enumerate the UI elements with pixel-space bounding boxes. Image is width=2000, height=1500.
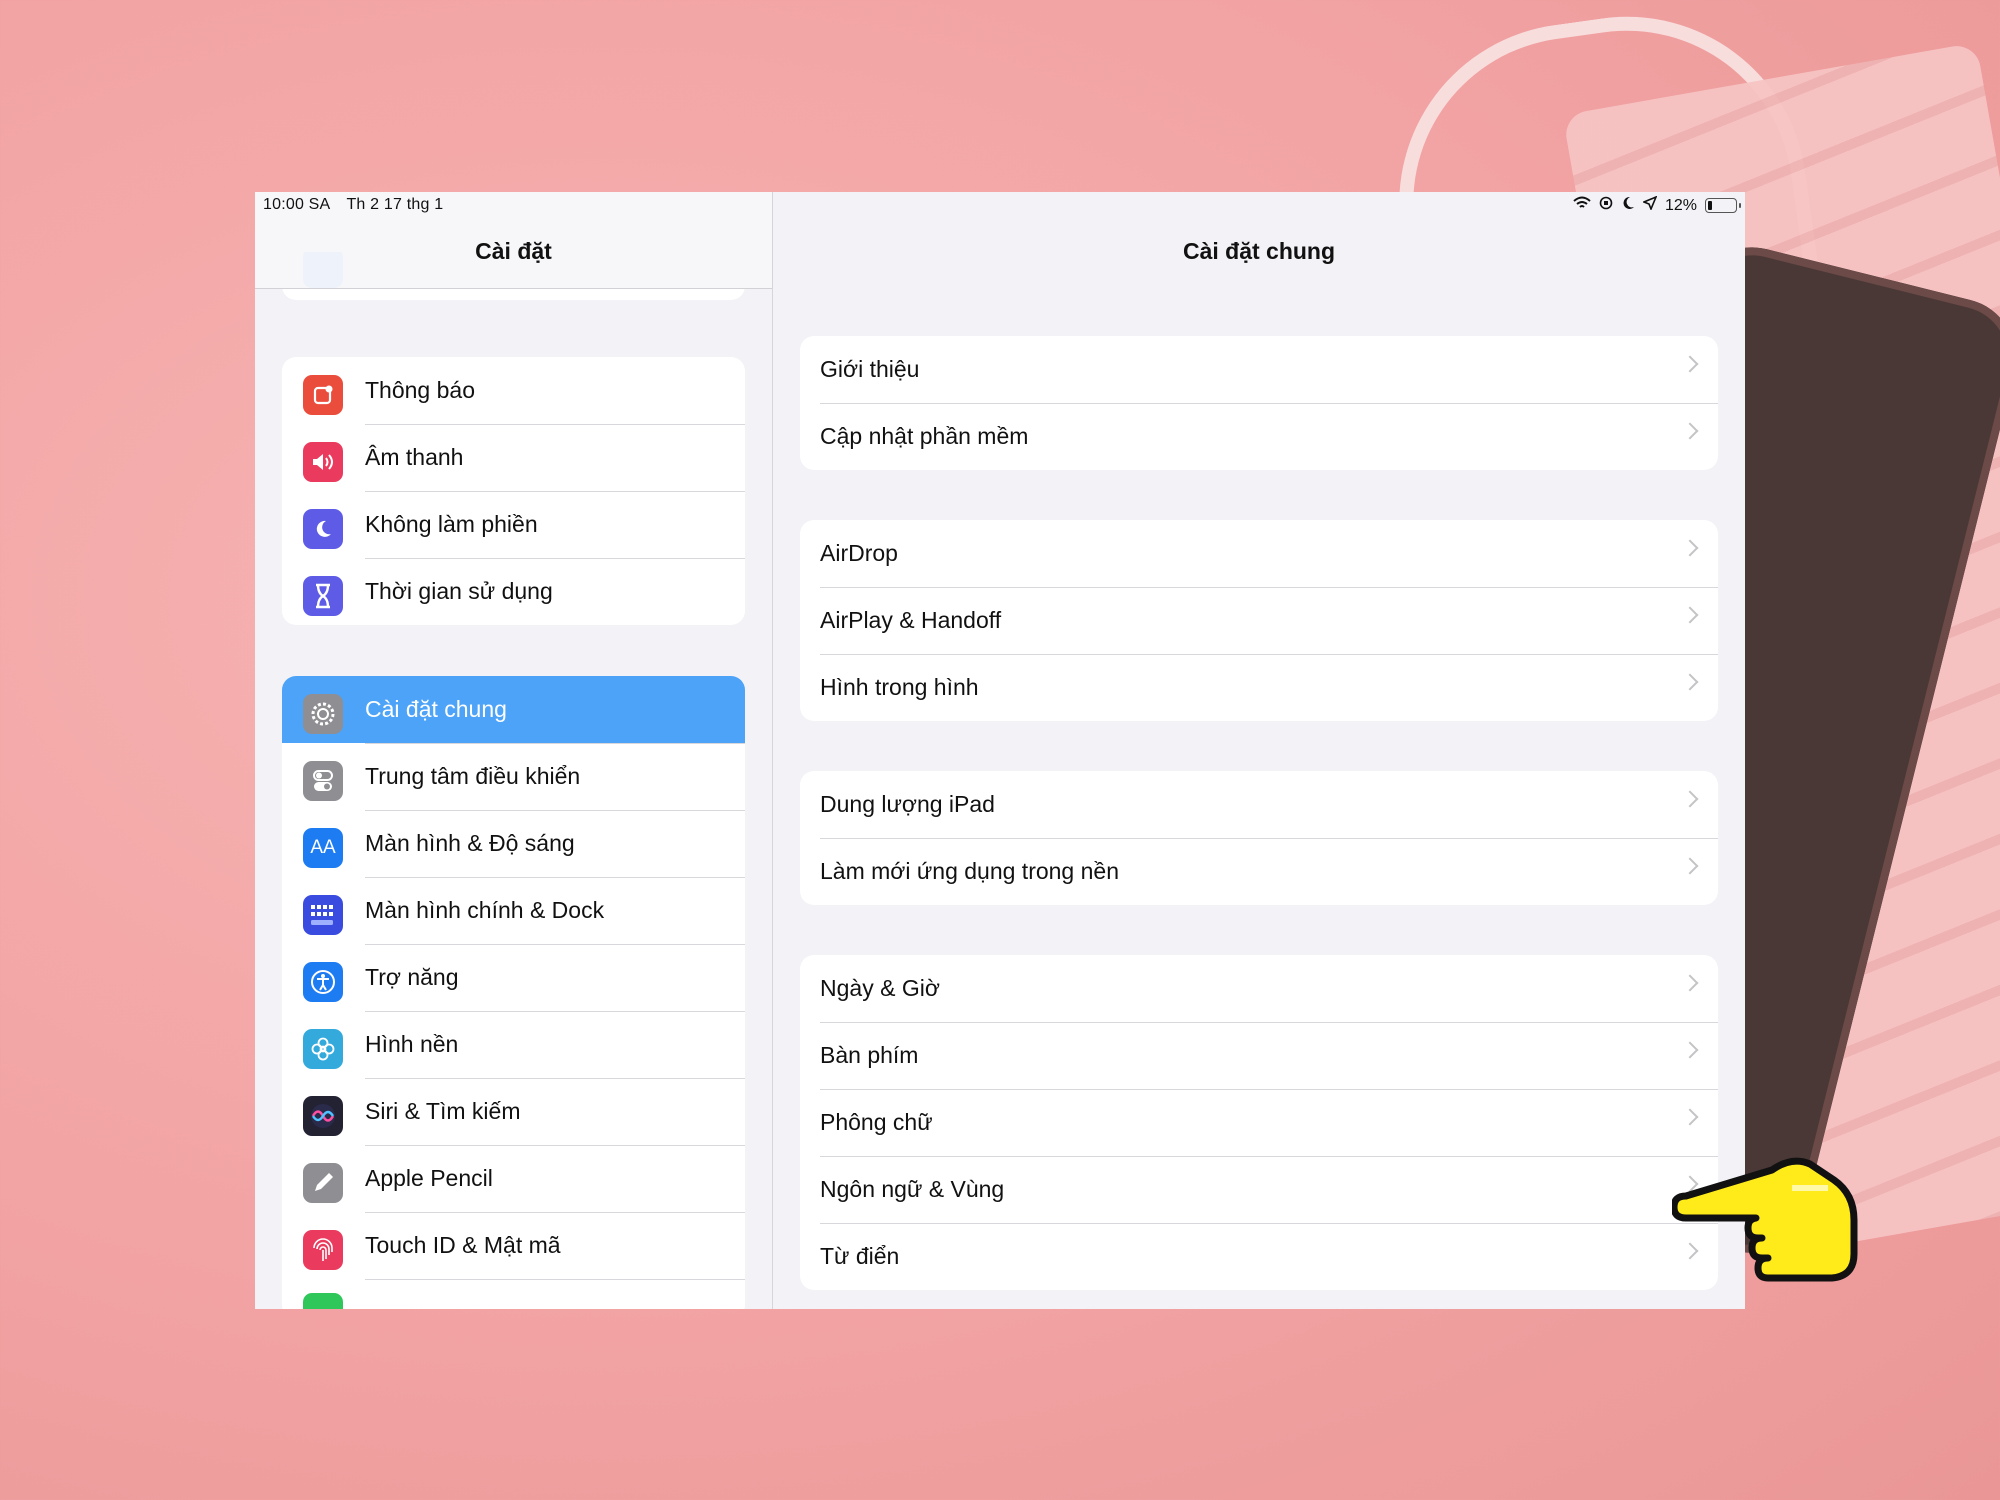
hourglass-icon: [303, 576, 343, 616]
sidebar-item-do-not-disturb[interactable]: Không làm phiền: [282, 491, 745, 558]
row-about[interactable]: Giới thiệu: [800, 336, 1718, 403]
chevron-right-icon: [1681, 422, 1699, 440]
sidebar-item-label: Màn hình & Độ sáng: [365, 830, 575, 856]
speaker-icon: [303, 442, 343, 482]
chevron-right-icon: [1681, 355, 1699, 373]
detail-group-airdrop: AirDrop AirPlay & Handoff Hình trong hìn…: [800, 520, 1718, 721]
row-airplay-handoff[interactable]: AirPlay & Handoff: [800, 587, 1718, 654]
row-airdrop[interactable]: AirDrop: [800, 520, 1718, 587]
sidebar-item-wallpaper[interactable]: Hình nền: [282, 1011, 745, 1078]
sidebar-item-accessibility[interactable]: Trợ năng: [282, 944, 745, 1011]
chevron-right-icon: [1681, 974, 1699, 992]
fingerprint-icon: [303, 1230, 343, 1270]
sidebar-group-general: Cài đặt chung Trung tâm điều khiển AA Mà…: [282, 676, 745, 1309]
sidebar-item-label: Không làm phiền: [365, 511, 538, 537]
row-background-app-refresh[interactable]: Làm mới ứng dụng trong nền: [800, 838, 1718, 905]
sidebar-item-control-center[interactable]: Trung tâm điều khiển: [282, 743, 745, 810]
sidebar-item-home-screen-dock[interactable]: Màn hình chính & Dock: [282, 877, 745, 944]
chevron-right-icon: [1681, 857, 1699, 875]
moon-status-icon: [1621, 196, 1635, 215]
detail-group-storage: Dung lượng iPad Làm mới ứng dụng trong n…: [800, 771, 1718, 905]
sidebar-item-siri-search[interactable]: Siri & Tìm kiếm: [282, 1078, 745, 1145]
row-label: Giới thiệu: [820, 356, 920, 382]
siri-icon: [303, 1096, 343, 1136]
battery-percent: 12%: [1664, 196, 1697, 214]
sidebar-item-general[interactable]: Cài đặt chung: [282, 676, 745, 743]
row-label: Ngày & Giờ: [820, 975, 940, 1001]
sidebar-item-label: Thông báo: [365, 377, 475, 403]
toggles-icon: [303, 761, 343, 801]
status-time: 10:00 SA: [263, 196, 331, 213]
sidebar-title: Cài đặt: [475, 238, 552, 264]
accessibility-icon: [303, 962, 343, 1002]
status-date: Th 2 17 thg 1: [346, 196, 444, 213]
ipad-screen: 10:00 SA Th 2 17 thg 1 Cài đặt Thông báo…: [255, 192, 1745, 1309]
gear-icon: [303, 694, 343, 734]
chevron-right-icon: [1681, 539, 1699, 557]
chevron-right-icon: [1681, 1041, 1699, 1059]
orientation-lock-icon: [1599, 196, 1613, 215]
row-label: AirPlay & Handoff: [820, 607, 1002, 633]
sidebar-item-label: Apple Pencil: [365, 1165, 493, 1191]
general-settings-pane: 12% Cài đặt chung Giới thiệu Cập nhật ph…: [773, 192, 1745, 1309]
moon-icon: [303, 509, 343, 549]
sidebar-item-sounds[interactable]: Âm thanh: [282, 424, 745, 491]
row-label: Hình trong hình: [820, 674, 979, 700]
detail-title: Cài đặt chung: [1182, 238, 1336, 264]
row-label: Phông chữ: [820, 1109, 933, 1135]
settings-sidebar: 10:00 SA Th 2 17 thg 1 Cài đặt Thông báo…: [255, 192, 773, 1309]
row-fonts[interactable]: Phông chữ: [800, 1089, 1718, 1156]
sidebar-item-label: Thời gian sử dụng: [365, 578, 553, 604]
sidebar-item-partial: [282, 1279, 745, 1309]
sidebar-item-label: Trung tâm điều khiển: [365, 763, 581, 789]
row-label: Dung lượng iPad: [820, 791, 995, 817]
sidebar-item-display-brightness[interactable]: AA Màn hình & Độ sáng: [282, 810, 745, 877]
detail-group-date-language: Ngày & Giờ Bàn phím Phông chữ Ngôn ngữ &…: [800, 955, 1718, 1290]
chevron-right-icon: [1681, 790, 1699, 808]
wifi-icon: [1573, 196, 1591, 215]
sidebar-item-screen-time[interactable]: Thời gian sử dụng: [282, 558, 745, 625]
app-grid-icon: [303, 895, 343, 935]
pointing-hand-icon: [1670, 1148, 1872, 1288]
sidebar-nav-bar: 10:00 SA Th 2 17 thg 1 Cài đặt: [255, 192, 772, 289]
chevron-right-icon: [1681, 1108, 1699, 1126]
chevron-right-icon: [1681, 673, 1699, 691]
sidebar-item-label: Âm thanh: [365, 444, 464, 470]
battery-icon: [1705, 198, 1741, 213]
row-label: Làm mới ứng dụng trong nền: [820, 858, 1119, 884]
row-dictionary[interactable]: Từ điển: [800, 1223, 1718, 1290]
status-bar-right: 12%: [1573, 195, 1741, 215]
sidebar-item-label: Trợ năng: [365, 964, 459, 990]
chevron-right-icon: [1681, 606, 1699, 624]
location-icon: [1641, 195, 1658, 215]
pencil-icon: [303, 1163, 343, 1203]
row-date-time[interactable]: Ngày & Giờ: [800, 955, 1718, 1022]
sidebar-item-notifications[interactable]: Thông báo: [282, 357, 745, 424]
sidebar-item-label: Hình nền: [365, 1031, 459, 1057]
row-label: Ngôn ngữ & Vùng: [820, 1176, 1005, 1202]
row-label: AirDrop: [820, 540, 898, 566]
battery-app-icon: [303, 1293, 343, 1309]
sidebar-item-apple-pencil[interactable]: Apple Pencil: [282, 1145, 745, 1212]
status-bar-left: 10:00 SA Th 2 17 thg 1: [263, 196, 443, 214]
row-label: Cập nhật phần mềm: [820, 423, 1029, 449]
sidebar-item-touch-id[interactable]: Touch ID & Mật mã: [282, 1212, 745, 1279]
sidebar-item-label: Màn hình chính & Dock: [365, 897, 605, 923]
sidebar-item-label: Cài đặt chung: [365, 696, 507, 722]
row-keyboard[interactable]: Bàn phím: [800, 1022, 1718, 1089]
row-ipad-storage[interactable]: Dung lượng iPad: [800, 771, 1718, 838]
text-size-icon: AA: [303, 828, 343, 868]
sidebar-item-label: Touch ID & Mật mã: [365, 1232, 561, 1258]
sidebar-group-notifications: Thông báo Âm thanh Không làm phiền Thời …: [282, 357, 745, 625]
notifications-icon: [303, 375, 343, 415]
detail-group-about: Giới thiệu Cập nhật phần mềm: [800, 336, 1718, 470]
row-picture-in-picture[interactable]: Hình trong hình: [800, 654, 1718, 721]
sidebar-item-label: Siri & Tìm kiếm: [365, 1098, 521, 1124]
flower-icon: [303, 1029, 343, 1069]
row-label: Từ điển: [820, 1243, 900, 1269]
row-language-region[interactable]: Ngôn ngữ & Vùng: [800, 1156, 1718, 1223]
row-software-update[interactable]: Cập nhật phần mềm: [800, 403, 1718, 470]
row-label: Bàn phím: [820, 1042, 919, 1068]
